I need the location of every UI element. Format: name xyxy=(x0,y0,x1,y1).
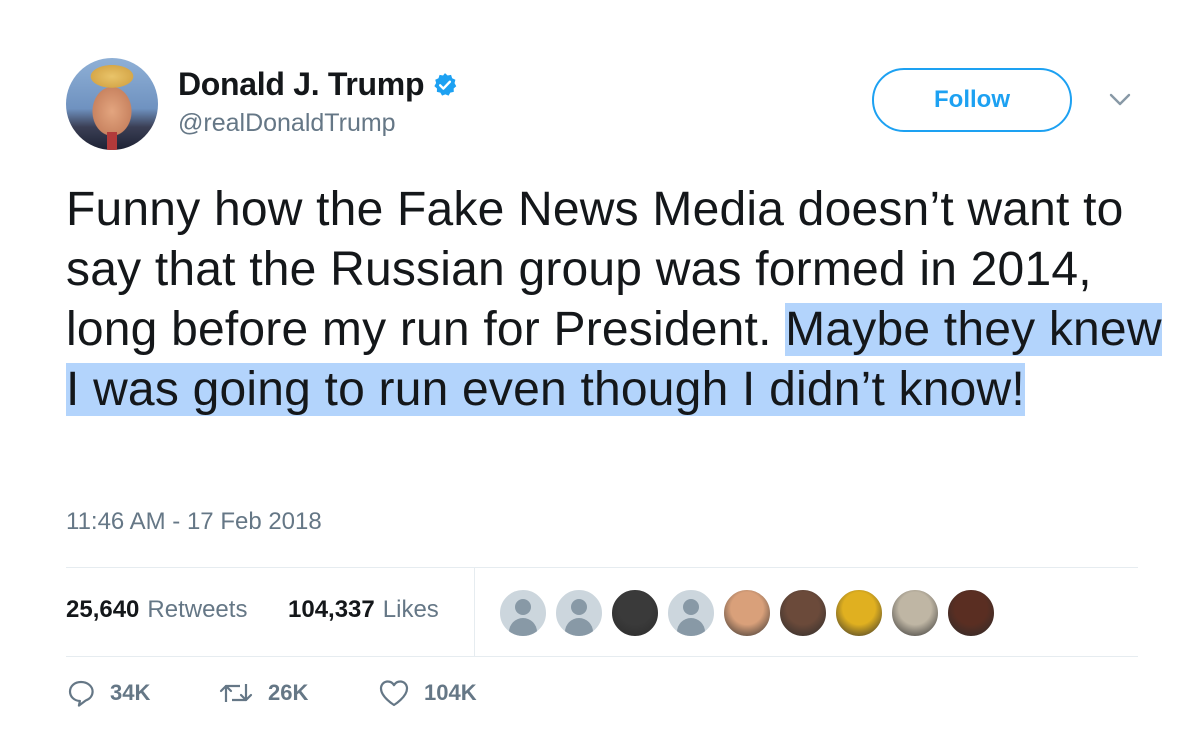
tweet-text: Funny how the Fake News Media doesn’t wa… xyxy=(66,180,1166,420)
liker-avatar[interactable] xyxy=(666,588,716,638)
author-display-name[interactable]: Donald J. Trump xyxy=(178,66,425,103)
reply-icon xyxy=(68,680,94,707)
retweet-icon xyxy=(219,684,253,702)
follow-button[interactable]: Follow xyxy=(872,68,1072,132)
retweet-action[interactable]: 26K xyxy=(218,678,308,708)
tweet-header: Donald J. Trump @realDonaldTrump Follow xyxy=(66,58,1146,154)
author-name-block: Donald J. Trump @realDonaldTrump xyxy=(178,66,458,138)
liker-avatar[interactable] xyxy=(610,588,660,638)
liker-avatar[interactable] xyxy=(834,588,884,638)
liker-avatar[interactable] xyxy=(722,588,772,638)
likes-stat[interactable]: 104,337 Likes xyxy=(288,596,439,624)
author-handle[interactable]: @realDonaldTrump xyxy=(178,109,458,138)
retweets-label: Retweets xyxy=(147,596,248,623)
like-action[interactable]: 104K xyxy=(378,678,477,708)
default-avatar-head xyxy=(571,599,587,615)
liker-avatar[interactable] xyxy=(890,588,940,638)
tweet-actions: 34K 26K 104K xyxy=(66,678,666,722)
tweet-timestamp[interactable]: 11:46 AM - 17 Feb 2018 xyxy=(66,508,322,536)
author-avatar[interactable] xyxy=(66,58,158,150)
author-name-row: Donald J. Trump xyxy=(178,66,458,103)
chevron-down-icon[interactable] xyxy=(1108,90,1132,110)
like-count: 104K xyxy=(424,680,477,705)
liker-avatar[interactable] xyxy=(778,588,828,638)
liker-avatar[interactable] xyxy=(498,588,548,638)
avatar-tie xyxy=(107,132,117,150)
reply-count: 34K xyxy=(110,680,151,705)
liker-avatar[interactable] xyxy=(554,588,604,638)
default-avatar-body xyxy=(509,618,537,636)
liker-avatar[interactable] xyxy=(946,588,996,638)
likes-label: Likes xyxy=(382,596,439,623)
default-avatar-body xyxy=(565,618,593,636)
stats-separator xyxy=(474,568,475,656)
tweet-stats: 25,640 Retweets 104,337 Likes xyxy=(66,568,1138,656)
divider-bottom xyxy=(66,656,1138,657)
retweet-count: 26K xyxy=(268,680,309,705)
retweets-stat[interactable]: 25,640 Retweets xyxy=(66,596,247,624)
retweets-count: 25,640 xyxy=(66,596,140,623)
default-avatar-body xyxy=(677,618,705,636)
heart-icon xyxy=(379,680,409,707)
default-avatar-head xyxy=(515,599,531,615)
likes-count: 104,337 xyxy=(288,596,375,623)
reply-action[interactable]: 34K xyxy=(66,678,150,708)
default-avatar-head xyxy=(683,599,699,615)
verified-badge-icon xyxy=(434,72,457,96)
